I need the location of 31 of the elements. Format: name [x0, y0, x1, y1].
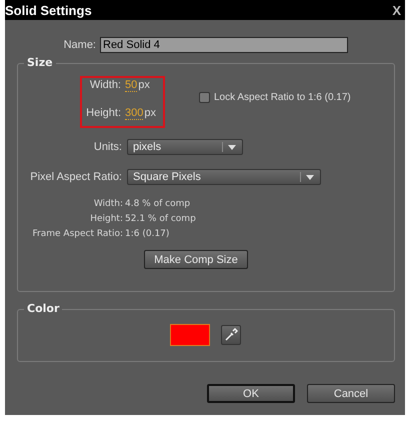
dialog-button[interactable]: Cancel	[307, 384, 395, 403]
width-label: Width:	[88, 79, 121, 91]
caret-icon	[306, 174, 314, 180]
height-label: Height:	[85, 107, 121, 119]
width-value[interactable]: 50	[125, 78, 138, 92]
close-button[interactable]: X	[390, 2, 403, 18]
eyedropper-button[interactable]	[220, 325, 240, 345]
window-title: Solid Settings	[5, 2, 92, 18]
info-value: 4.8 % of comp	[125, 199, 190, 209]
unit-label: px	[138, 79, 150, 91]
units-dropdown[interactable]: pixels	[127, 139, 243, 155]
info-value: 52.1 % of comp	[125, 214, 196, 224]
info-label: Height:	[89, 214, 123, 224]
height-value[interactable]: 300	[125, 106, 144, 120]
group-title: Size	[24, 56, 56, 69]
pixel-aspect-dropdown[interactable]: Square Pixels	[127, 169, 321, 185]
caret-icon	[228, 144, 236, 150]
info-label: Frame Aspect Ratio:	[32, 229, 123, 239]
info-value: 1:6 (0.17)	[125, 229, 170, 239]
dialog-button[interactable]: OK	[207, 384, 295, 403]
units-label: Units:	[92, 141, 122, 153]
lock-label: Lock Aspect Ratio to 1:6 (0.17)	[214, 92, 351, 103]
group-title: Color	[24, 302, 62, 315]
name-field[interactable]: Red Solid 4	[100, 37, 348, 53]
info-label: Width:	[92, 199, 123, 209]
pixel-aspect-label: Pixel Aspect Ratio:	[29, 171, 122, 183]
unit-label: px	[144, 107, 156, 119]
name-label: Name:	[62, 39, 96, 51]
make-comp-size-button[interactable]: Make Comp Size	[144, 250, 248, 269]
color-swatch[interactable]	[170, 324, 210, 346]
lock-checkbox[interactable]	[199, 92, 210, 103]
